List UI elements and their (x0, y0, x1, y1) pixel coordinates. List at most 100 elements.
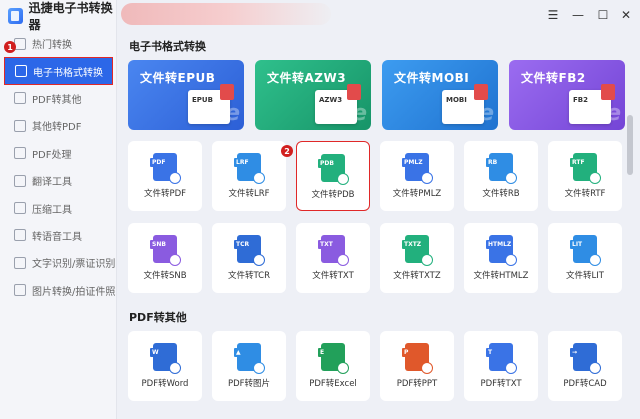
banner-azw3[interactable]: 文件转AZW3 AZW3 e (255, 60, 371, 130)
card-to-pdf[interactable]: PDF 文件转PDF (128, 141, 202, 211)
sidebar-item-label: 文字识别/票证识别 (32, 259, 116, 271)
card-to-rb[interactable]: RB 文件转RB (464, 141, 538, 211)
card-label: 文件转PDF (143, 189, 187, 199)
banner-mobi[interactable]: 文件转MOBI MOBI e (382, 60, 498, 130)
sidebar-nav: 热门转换 电子书格式转换 PDF转其他 其他转PDF PDF处理 翻译工具 压缩… (0, 30, 117, 304)
card-pdf-to-image[interactable]: ▲ PDF转图片 (212, 331, 286, 401)
card-to-lit[interactable]: LIT 文件转LIT (548, 223, 622, 293)
card-pdf-to-cad[interactable]: → PDF转CAD (548, 331, 622, 401)
image-icon (14, 284, 26, 297)
sidebar-item-hot[interactable]: 热门转换 (0, 30, 117, 57)
app-logo-icon (8, 8, 23, 24)
file-pmlz-icon: PMLZ (402, 153, 433, 184)
maximize-button[interactable]: ☐ (594, 6, 612, 24)
file-txt-icon: TXT (318, 235, 349, 266)
card-pdf-to-ppt[interactable]: P PDF转PPT (380, 331, 454, 401)
banner-label: 文件转MOBI (394, 71, 470, 85)
card-to-tcr[interactable]: TCR 文件转TCR (212, 223, 286, 293)
card-label: PDF转图片 (227, 379, 271, 389)
file-lrf-icon: LRF (234, 153, 265, 184)
card-to-txt[interactable]: TXT 文件转TXT (296, 223, 370, 293)
card-to-snb[interactable]: SNB 文件转SNB (128, 223, 202, 293)
banner-label: 文件转EPUB (140, 71, 216, 85)
book-icon: AZW3 (315, 84, 361, 124)
banner-epub[interactable]: 文件转EPUB EPUB e (128, 60, 244, 130)
card-to-pmlz[interactable]: PMLZ 文件转PMLZ (380, 141, 454, 211)
section-title-ebook: 电子书格式转换 (129, 40, 206, 53)
card-to-pdb[interactable]: PDB 文件转PDB (296, 141, 370, 211)
main-content: 电子书格式转换 文件转EPUB EPUB e 文件转AZW3 AZW3 e 文件… (117, 30, 625, 419)
menu-icon[interactable]: ☰ (544, 6, 562, 24)
book-icon: MOBI (442, 84, 488, 124)
sidebar-item-label: 其他转PDF (32, 122, 82, 134)
close-button[interactable]: ✕ (617, 6, 635, 24)
book-icon (15, 65, 27, 78)
image-icon: ▲ (234, 343, 265, 374)
card-to-lrf[interactable]: LRF 文件转LRF (212, 141, 286, 211)
sidebar-item-compress[interactable]: 压缩工具 (0, 194, 117, 221)
banner-label: 文件转AZW3 (267, 71, 347, 85)
card-to-rtf[interactable]: RTF 文件转RTF (548, 141, 622, 211)
app-name: 迅捷电子书转换器 (28, 1, 113, 32)
card-label: 文件转TXTZ (393, 271, 441, 281)
card-label: 文件转PDB (311, 190, 355, 200)
step-badge-1: 1 (4, 41, 16, 53)
file-snb-icon: SNB (150, 235, 181, 266)
compress-icon (14, 202, 26, 215)
file-rtf-icon: RTF (570, 153, 601, 184)
banner-fb2[interactable]: 文件转FB2 FB2 e (509, 60, 625, 130)
sidebar-item-pdf-to-other[interactable]: PDF转其他 (0, 85, 117, 112)
file-tcr-icon: TCR (234, 235, 265, 266)
card-label: 文件转HTMLZ (473, 271, 529, 281)
speech-icon (14, 229, 26, 242)
blurred-banner (121, 3, 331, 25)
card-to-htmlz[interactable]: HTMLZ 文件转HTMLZ (464, 223, 538, 293)
section-title-pdf: PDF转其他 (129, 311, 187, 324)
card-label: PDF转TXT (480, 379, 522, 389)
file-txtz-icon: TXTZ (402, 235, 433, 266)
card-to-txtz[interactable]: TXTZ 文件转TXTZ (380, 223, 454, 293)
card-label: 文件转RTF (564, 189, 606, 199)
sidebar-item-label: 图片转换/拍证件照 (32, 286, 116, 298)
sidebar-item-label: 压缩工具 (32, 204, 72, 216)
sidebar-item-ocr[interactable]: 文字识别/票证识别 (0, 249, 117, 276)
sidebar-item-other-to-pdf[interactable]: 其他转PDF (0, 112, 117, 139)
document-icon (14, 147, 26, 160)
file-rb-icon: RB (486, 153, 517, 184)
sidebar-item-translate[interactable]: 翻译工具 (0, 167, 117, 194)
card-label: 文件转LRF (228, 189, 270, 199)
sidebar-item-label: 热门转换 (32, 40, 72, 52)
txt-icon: T (486, 343, 517, 374)
book-icon: EPUB (188, 84, 234, 124)
scan-icon (14, 256, 26, 269)
card-label: PDF转Excel (309, 379, 357, 389)
card-label: 文件转TCR (227, 271, 271, 281)
sidebar-item-label: 翻译工具 (32, 177, 72, 189)
banner-label: 文件转FB2 (521, 71, 586, 85)
sidebar-item-pdf-process[interactable]: PDF处理 (0, 140, 117, 167)
sidebar-item-image[interactable]: 图片转换/拍证件照 (0, 277, 117, 304)
step-badge-2: 2 (281, 145, 293, 157)
title-bar: ☰ — ☐ ✕ (117, 0, 640, 30)
sidebar-item-label: 转语音工具 (32, 231, 82, 243)
file-pdb-icon: PDB (318, 154, 349, 185)
sidebar-item-ebook[interactable]: 电子书格式转换 (4, 57, 113, 85)
book-icon: FB2 (569, 84, 615, 124)
cad-icon: → (570, 343, 601, 374)
sidebar-item-label: 电子书格式转换 (33, 67, 103, 79)
card-label: PDF转CAD (563, 379, 607, 389)
card-label: 文件转SNB (143, 271, 187, 281)
card-pdf-to-excel[interactable]: E PDF转Excel (296, 331, 370, 401)
file-pdf-icon: PDF (150, 153, 181, 184)
word-icon: W (150, 343, 181, 374)
card-label: 文件转PMLZ (392, 189, 442, 199)
sidebar-item-label: PDF处理 (32, 149, 72, 161)
card-label: 文件转TXT (312, 271, 354, 281)
sidebar-item-speech[interactable]: 转语音工具 (0, 222, 117, 249)
card-pdf-to-txt[interactable]: T PDF转TXT (464, 331, 538, 401)
card-label: 文件转LIT (566, 271, 604, 281)
card-pdf-to-word[interactable]: W PDF转Word (128, 331, 202, 401)
scrollbar[interactable] (627, 115, 633, 175)
card-label: PDF转Word (141, 379, 189, 389)
minimize-button[interactable]: — (569, 6, 587, 24)
